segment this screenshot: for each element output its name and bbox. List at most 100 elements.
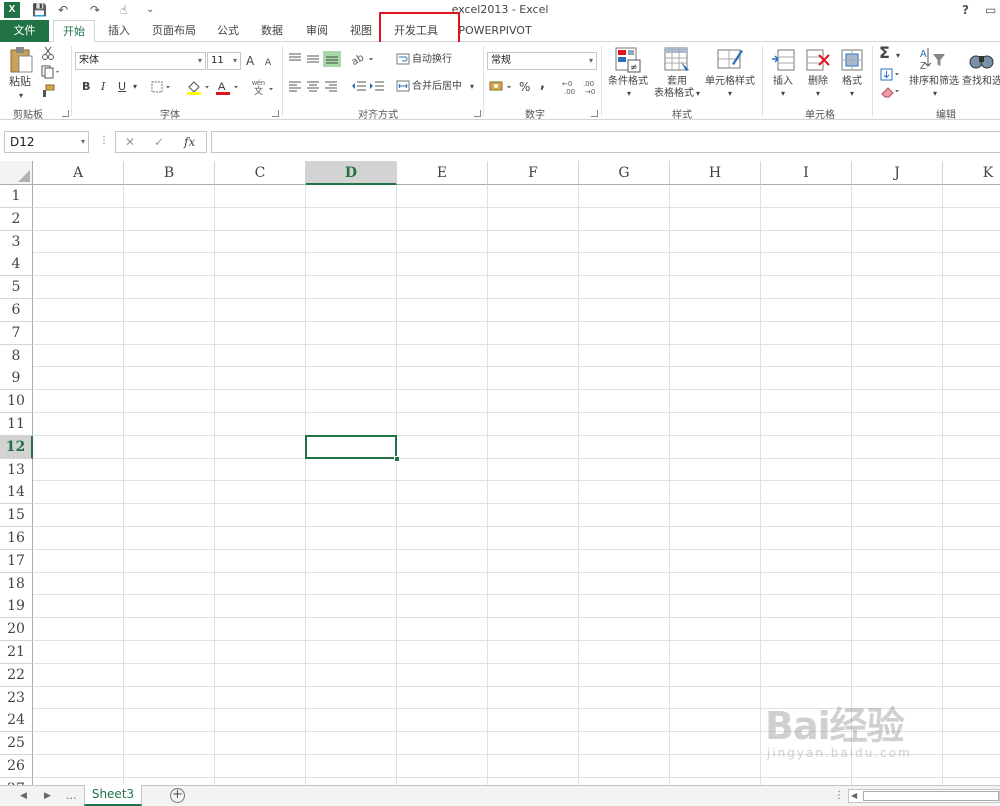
cancel-icon[interactable]: ✕ [125, 135, 135, 149]
formula-bar-splitter-icon[interactable]: ⋮ [99, 135, 109, 146]
font-color-icon[interactable]: A [215, 79, 241, 95]
column-header[interactable]: E [397, 161, 488, 185]
number-format-select[interactable]: 常规 ▾ [487, 52, 597, 70]
align-left-icon[interactable] [288, 80, 302, 92]
comma-button[interactable]: , [540, 78, 545, 92]
ribbon-display-icon[interactable]: ▭ [985, 2, 996, 18]
sort-dropdown-icon[interactable]: ▾ [930, 88, 940, 100]
sheet-next-icon[interactable]: ▶ [44, 789, 51, 803]
borders-icon[interactable] [151, 81, 173, 93]
delete-cells-button[interactable]: 删除 [801, 76, 835, 88]
orientation-icon[interactable]: ab [350, 51, 376, 67]
conditional-formatting-button[interactable]: 条件格式 [604, 76, 652, 88]
row-header[interactable]: 23 [0, 686, 33, 710]
scrollbar-thumb[interactable] [863, 791, 999, 801]
align-top-icon[interactable] [288, 53, 302, 65]
insert-cells-button[interactable]: 插入 [766, 76, 800, 88]
delete-dropdown-icon[interactable]: ▾ [813, 88, 823, 100]
name-box[interactable]: D12 ▾ [4, 131, 89, 153]
decrease-decimal-icon[interactable]: .00→0 [583, 78, 601, 96]
tab-page-layout[interactable]: 页面布局 [144, 20, 204, 42]
row-header[interactable]: 24 [0, 709, 33, 733]
sheet-more-button[interactable]: ... [66, 789, 77, 803]
horizontal-scrollbar[interactable]: ◀ [848, 789, 1000, 803]
clipboard-launcher-icon[interactable] [62, 110, 69, 117]
format-cells-button[interactable]: 格式 [835, 76, 869, 88]
paste-dropdown-icon[interactable]: ▾ [16, 90, 26, 102]
underline-button[interactable]: U [118, 80, 126, 94]
increase-decimal-icon[interactable]: ←0.00 [562, 78, 580, 96]
cell-styles-dropdown-icon[interactable]: ▾ [725, 88, 735, 100]
tab-home[interactable]: 开始 [53, 20, 95, 43]
scroll-left-icon[interactable]: ◀ [851, 791, 857, 800]
row-header[interactable]: 2 [0, 207, 33, 231]
phonetic-guide-icon[interactable]: wén文 [250, 78, 276, 96]
row-header[interactable]: 19 [0, 595, 33, 619]
alignment-launcher-icon[interactable] [474, 110, 481, 117]
format-dropdown-icon[interactable]: ▾ [847, 88, 857, 100]
row-header[interactable]: 1 [0, 185, 33, 208]
row-header[interactable]: 3 [0, 230, 33, 254]
underline-dropdown-icon[interactable]: ▾ [133, 80, 137, 94]
cut-icon[interactable] [41, 46, 55, 60]
table-dropdown-icon[interactable]: ▾ [694, 88, 702, 100]
tab-data[interactable]: 数据 [252, 20, 292, 42]
merge-center-button[interactable]: 合并后居中 [412, 81, 462, 93]
insert-function-button[interactable]: fx [184, 135, 195, 149]
worksheet-grid[interactable]: A B C D E F G H I J K 1 2 3 4 5 6 7 8 9 10 11 12 13 14 15 16 17 18 19… [0, 161, 1000, 785]
formula-input[interactable] [211, 131, 1000, 153]
column-header[interactable]: F [488, 161, 579, 185]
format-cells-icon[interactable] [839, 46, 867, 74]
font-name-select[interactable]: 宋体 ▾ [75, 52, 206, 70]
autosum-icon[interactable]: Σ [879, 45, 890, 61]
conditional-dropdown-icon[interactable]: ▾ [624, 88, 634, 100]
row-header[interactable]: 12 [0, 435, 33, 459]
delete-cells-icon[interactable] [805, 46, 833, 74]
fill-color-icon[interactable] [186, 79, 212, 95]
column-header[interactable]: B [124, 161, 215, 185]
row-header[interactable]: 27 [0, 777, 33, 785]
row-header[interactable]: 11 [0, 413, 33, 436]
cell-styles-button[interactable]: 单元格样式 [700, 76, 760, 88]
increase-indent-icon[interactable] [369, 80, 385, 92]
font-launcher-icon[interactable] [272, 110, 279, 117]
copy-icon[interactable] [41, 65, 61, 79]
format-painter-icon[interactable] [41, 84, 55, 98]
tab-formulas[interactable]: 公式 [208, 20, 248, 42]
autosum-dropdown-icon[interactable]: ▾ [896, 49, 900, 63]
tab-splitter-icon[interactable]: ⋮ [834, 789, 844, 803]
insert-dropdown-icon[interactable]: ▾ [778, 88, 788, 100]
enter-icon[interactable]: ✓ [154, 135, 164, 149]
row-header[interactable]: 7 [0, 321, 33, 345]
column-header[interactable]: H [670, 161, 761, 185]
clear-icon[interactable] [880, 85, 904, 99]
find-select-icon[interactable] [967, 46, 995, 74]
row-header[interactable]: 8 [0, 344, 33, 368]
row-header[interactable]: 17 [0, 549, 33, 573]
row-header[interactable]: 5 [0, 276, 33, 300]
row-header[interactable]: 15 [0, 504, 33, 528]
find-select-button[interactable]: 查找和选 [962, 76, 1000, 88]
wrap-text-icon[interactable] [396, 53, 410, 65]
column-header[interactable]: G [579, 161, 670, 185]
paste-icon[interactable] [9, 46, 33, 74]
sheet-tab-sheet3[interactable]: Sheet3 [84, 785, 142, 806]
row-header[interactable]: 21 [0, 641, 33, 664]
column-header[interactable]: K [943, 161, 1000, 185]
bold-button[interactable]: B [82, 80, 90, 94]
conditional-formatting-icon[interactable]: ≠ [614, 46, 642, 74]
align-center-icon[interactable] [306, 80, 320, 92]
select-all-button[interactable] [0, 161, 33, 185]
italic-button[interactable]: I [101, 80, 105, 94]
row-header[interactable]: 6 [0, 299, 33, 322]
column-header[interactable]: J [852, 161, 943, 185]
row-header[interactable]: 10 [0, 390, 33, 414]
accounting-format-icon[interactable] [489, 79, 515, 95]
selected-cell[interactable] [305, 434, 397, 459]
fill-icon[interactable] [880, 68, 904, 82]
grow-font-button[interactable]: A [246, 54, 254, 68]
row-header[interactable]: 20 [0, 618, 33, 642]
row-header[interactable]: 22 [0, 663, 33, 687]
row-header[interactable]: 18 [0, 572, 33, 596]
sort-filter-button[interactable]: 排序和筛选 [906, 76, 962, 88]
